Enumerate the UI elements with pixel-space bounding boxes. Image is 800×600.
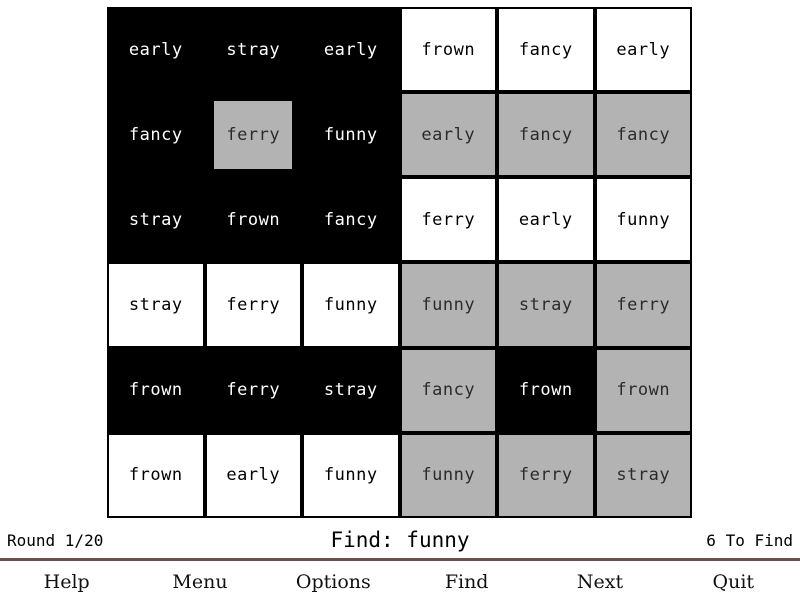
grid-cell[interactable]: stray xyxy=(107,262,205,348)
grid-cell-word: frown xyxy=(128,465,183,486)
grid-cell[interactable]: ferry xyxy=(594,262,692,348)
grid-cell-word: funny xyxy=(323,295,378,316)
grid-cell[interactable]: fancy xyxy=(497,7,595,93)
grid-cell-word: frown xyxy=(421,39,476,60)
grid-cell-word: frown xyxy=(616,380,671,401)
status-bar: Round 1/20 Find: funny 6 To Find xyxy=(0,528,800,556)
grid-cell-word: early xyxy=(518,209,573,230)
grid-cell[interactable]: fancy xyxy=(399,347,497,433)
menu-item-label: Next xyxy=(576,570,624,593)
remaining-count: 6 To Find xyxy=(706,531,793,550)
grid-cell[interactable]: frown xyxy=(497,347,595,433)
grid-cell[interactable]: fancy xyxy=(497,92,595,178)
grid-cell-word: early xyxy=(323,39,378,60)
grid-cell[interactable]: fancy xyxy=(107,92,205,178)
menu-item-label: Options xyxy=(295,570,371,593)
grid-cell-word: stray xyxy=(226,39,281,60)
grid-cell-word: frown xyxy=(226,209,281,230)
grid-cell-word: ferry xyxy=(518,465,573,486)
grid-cell-word: stray xyxy=(323,380,378,401)
grid-cell[interactable]: frown xyxy=(107,432,205,518)
grid-cell[interactable]: stray xyxy=(497,262,595,348)
grid-cell[interactable]: fancy xyxy=(594,92,692,178)
grid-cell[interactable]: ferry xyxy=(497,432,595,518)
menu-item-help[interactable]: Help xyxy=(0,563,133,600)
grid-cell[interactable]: early xyxy=(107,7,205,93)
grid-cell-word: early xyxy=(616,39,671,60)
grid-cell-tile: frown xyxy=(499,349,593,431)
grid-cell[interactable]: funny xyxy=(302,92,400,178)
grid-cell-word: stray xyxy=(128,295,183,316)
menu-item-quit[interactable]: Quit xyxy=(667,563,800,600)
grid-cell-word: ferry xyxy=(421,209,476,230)
grid-cell-word: fancy xyxy=(421,380,476,401)
menu-item-label: Quit xyxy=(712,570,755,593)
grid-cell-word: early xyxy=(421,124,476,145)
grid-cell[interactable]: early xyxy=(594,7,692,93)
menu-bar: Help Menu Options Find Next Quit xyxy=(0,563,800,600)
grid-cell[interactable]: early xyxy=(204,432,302,518)
grid-cell[interactable]: ferry xyxy=(204,92,302,178)
menu-item-find[interactable]: Find xyxy=(400,563,533,600)
menu-item-label: Menu xyxy=(172,570,228,593)
grid-cell-word: fancy xyxy=(518,39,573,60)
grid-cell-word: early xyxy=(128,39,183,60)
grid-cell-word: fancy xyxy=(518,124,573,145)
find-target-label: Find: funny xyxy=(330,528,470,552)
grid-cell[interactable]: funny xyxy=(399,262,497,348)
grid-cell-word: stray xyxy=(518,295,573,316)
grid-cell-word: ferry xyxy=(616,295,671,316)
grid-cell-word: funny xyxy=(616,209,671,230)
grid-cell-word: frown xyxy=(128,380,183,401)
grid-cell[interactable]: funny xyxy=(302,262,400,348)
grid-cell[interactable]: frown xyxy=(594,347,692,433)
grid-cell[interactable]: early xyxy=(399,92,497,178)
grid-cell[interactable]: stray xyxy=(594,432,692,518)
grid-cell[interactable]: frown xyxy=(204,177,302,263)
grid-cell[interactable]: fancy xyxy=(302,177,400,263)
grid-cell-word: stray xyxy=(616,465,671,486)
menu-item-next[interactable]: Next xyxy=(533,563,666,600)
word-find-game: early stray early frown fancy early fancy ferry… xyxy=(0,0,800,600)
grid-cell[interactable]: frown xyxy=(107,347,205,433)
grid-cell-word: ferry xyxy=(226,124,281,145)
grid-cell-word: frown xyxy=(518,380,573,401)
grid-cell[interactable]: frown xyxy=(399,7,497,93)
grid-cell-word: early xyxy=(226,465,281,486)
menu-item-label: Help xyxy=(43,570,90,593)
menu-item-options[interactable]: Options xyxy=(267,563,400,600)
grid-cell[interactable]: early xyxy=(497,177,595,263)
grid-cell[interactable]: stray xyxy=(302,347,400,433)
grid-cell[interactable]: stray xyxy=(204,7,302,93)
grid-cell-word: fancy xyxy=(128,124,183,145)
grid-cell[interactable]: ferry xyxy=(399,177,497,263)
grid-cell-word: funny xyxy=(323,465,378,486)
grid-cell[interactable]: early xyxy=(302,7,400,93)
status-divider xyxy=(0,558,800,561)
grid-cell[interactable]: ferry xyxy=(204,347,302,433)
word-grid-container: early stray early frown fancy early fancy ferry… xyxy=(107,7,692,518)
menu-item-label: Find xyxy=(444,570,489,593)
grid-cell-word: fancy xyxy=(323,209,378,230)
grid-cell-word: ferry xyxy=(226,380,281,401)
grid-cell-word: fancy xyxy=(616,124,671,145)
grid-cell[interactable]: funny xyxy=(302,432,400,518)
grid-cell-word: stray xyxy=(128,209,183,230)
grid-cell-word: funny xyxy=(323,124,378,145)
grid-cell-word: funny xyxy=(421,295,476,316)
grid-cell-word: ferry xyxy=(226,295,281,316)
grid-cell-tile: ferry xyxy=(214,100,293,169)
grid-cell[interactable]: funny xyxy=(399,432,497,518)
grid-cell-word: funny xyxy=(421,465,476,486)
menu-item-menu[interactable]: Menu xyxy=(133,563,266,600)
grid-cell[interactable]: funny xyxy=(594,177,692,263)
word-grid[interactable]: early stray early frown fancy early fancy ferry… xyxy=(107,7,692,518)
grid-cell[interactable]: stray xyxy=(107,177,205,263)
grid-cell[interactable]: ferry xyxy=(204,262,302,348)
